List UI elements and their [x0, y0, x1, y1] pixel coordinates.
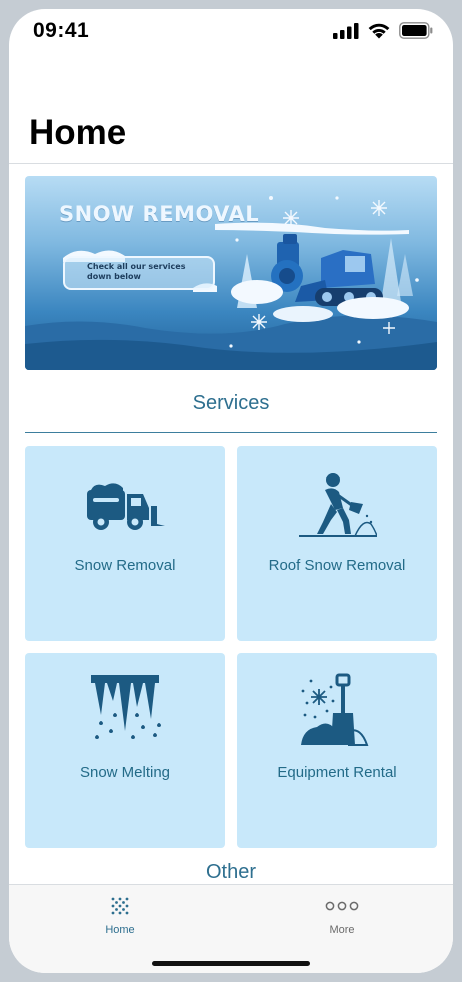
cellular-signal-icon	[333, 22, 359, 39]
device-frame: 09:41 Home SNOW REMOVAL Check all our se…	[0, 0, 462, 982]
app-screen: 09:41 Home SNOW REMOVAL Check all our se…	[9, 9, 453, 973]
snow-plow-truck-icon	[87, 483, 165, 530]
service-card-equipment-rental[interactable]: Equipment Rental	[237, 653, 437, 848]
tab-more-label: More	[329, 924, 355, 936]
service-card-roof-snow-removal[interactable]: Roof Snow Removal	[237, 446, 437, 641]
services-divider	[25, 432, 437, 433]
service-card-snow-melting[interactable]: Snow Melting	[25, 653, 225, 848]
person-shoveling-icon	[299, 473, 377, 537]
service-card-snow-removal[interactable]: Snow Removal	[25, 446, 225, 641]
service-card-label: Snow Removal	[74, 557, 176, 574]
other-section-title: Other	[205, 861, 257, 883]
page-title: Home	[29, 113, 127, 152]
status-bar: 09:41	[9, 9, 453, 53]
services-section-title: Services	[192, 392, 270, 414]
home-content[interactable]: SNOW REMOVAL Check all our services down…	[9, 164, 453, 884]
more-dots-icon	[325, 901, 359, 911]
tab-home-label: Home	[105, 924, 135, 936]
status-time: 09:41	[33, 19, 90, 42]
home-dots-icon	[111, 897, 129, 915]
tab-bar: Home More	[9, 884, 453, 973]
tab-more[interactable]: More	[231, 885, 453, 945]
service-card-label: Snow Melting	[79, 764, 171, 781]
banner-subtext: Check all our services down below	[87, 262, 186, 281]
promo-banner[interactable]: SNOW REMOVAL Check all our services down…	[25, 176, 437, 370]
snow-shovel-icon	[301, 673, 369, 746]
service-card-label: Equipment Rental	[277, 764, 397, 781]
status-icons	[333, 22, 433, 39]
home-indicator	[152, 961, 310, 966]
wifi-icon	[368, 23, 390, 39]
banner-headline: SNOW REMOVAL	[59, 202, 260, 226]
tab-home[interactable]: Home	[9, 885, 231, 945]
melting-icicles-icon	[91, 675, 161, 739]
service-card-label: Roof Snow Removal	[268, 557, 406, 574]
battery-icon	[399, 22, 433, 39]
